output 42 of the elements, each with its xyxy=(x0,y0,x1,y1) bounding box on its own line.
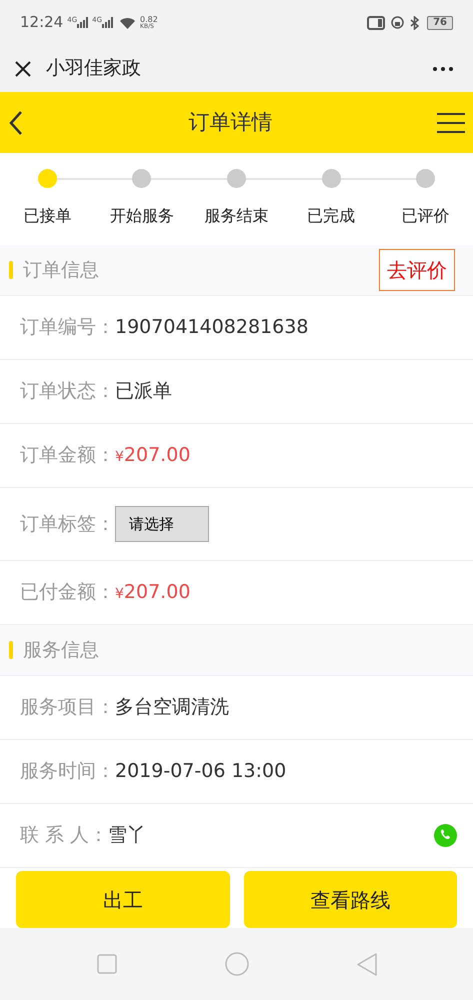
field-value: 多台空调清洗 xyxy=(115,695,229,720)
more-icon[interactable] xyxy=(433,66,453,70)
menu-icon[interactable] xyxy=(437,112,465,134)
step-label: 开始服务 xyxy=(110,205,174,227)
section-marker xyxy=(9,261,13,279)
wifi-icon xyxy=(120,16,136,28)
field-label: 联 系 人： xyxy=(20,823,108,848)
step-label: 已接单 xyxy=(23,205,72,227)
field-label: 服务时间： xyxy=(20,759,115,784)
app-title: 小羽佳家政 xyxy=(46,56,141,82)
tag-select[interactable]: 请选择 xyxy=(115,506,209,542)
lock-icon xyxy=(391,16,404,29)
field-label: 服务项目： xyxy=(20,695,115,720)
close-icon[interactable] xyxy=(14,60,32,78)
step-label: 服务结束 xyxy=(204,205,268,227)
bluetooth-icon xyxy=(410,16,420,30)
section-title: 服务信息 xyxy=(23,638,99,663)
signal-icon xyxy=(102,17,114,28)
review-button[interactable]: 去评价 xyxy=(379,249,455,291)
clock: 12:24 xyxy=(20,12,64,34)
field-label: 订单标签： xyxy=(20,512,115,537)
battery-indicator: 76 xyxy=(427,16,453,30)
field-label: 订单状态： xyxy=(20,379,115,404)
signal-icon xyxy=(77,17,90,28)
action-button[interactable]: 出工 xyxy=(16,871,230,928)
field-value: 雪丫 xyxy=(108,823,146,848)
field-label: 订单金额： xyxy=(20,443,115,468)
step-label: 已完成 xyxy=(307,205,356,227)
field-value: 已派单 xyxy=(115,379,172,404)
page-title: 订单详情 xyxy=(188,108,272,136)
field-value: 2019-07-06 13:00 xyxy=(115,759,286,784)
section-title: 订单信息 xyxy=(23,258,99,283)
section-marker xyxy=(9,641,13,659)
step-label: 已评价 xyxy=(402,205,450,227)
field-value: 1907041408281638 xyxy=(115,315,308,340)
field-label: 已付金额： xyxy=(20,580,115,606)
amount-value: ¥207.00 xyxy=(115,580,190,606)
field-label: 订单编号： xyxy=(20,315,115,340)
amount-value: ¥207.00 xyxy=(115,443,190,468)
network-speed: 0.82 xyxy=(140,16,158,24)
back-icon[interactable] xyxy=(8,110,24,136)
action-button[interactable]: 查看路线 xyxy=(244,871,457,928)
